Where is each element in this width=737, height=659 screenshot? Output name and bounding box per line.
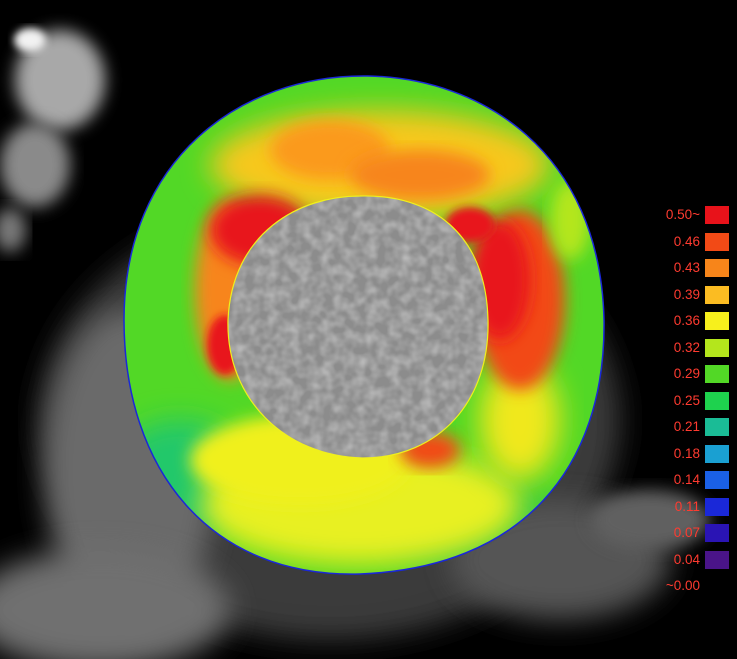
- legend-swatch: [705, 365, 729, 383]
- legend-swatch: [705, 232, 729, 251]
- legend-swatch: [705, 285, 729, 304]
- legend-label: 0.11: [674, 498, 700, 514]
- legend-swatch: [705, 471, 729, 489]
- legend-swatch: [705, 259, 729, 277]
- legend-row: 0.36: [652, 312, 732, 330]
- legend-swatch: [705, 577, 729, 595]
- legend-swatch: [705, 497, 729, 516]
- legend-row: 0.29: [652, 365, 732, 383]
- legend-swatch: [705, 312, 729, 330]
- cardiac-ct-short-axis-image: [0, 28, 710, 659]
- legend-label: ~0.00: [665, 578, 700, 593]
- legend-label: 0.25: [673, 392, 700, 408]
- legend-swatch: [705, 550, 729, 569]
- legend-row: 0.14: [652, 471, 732, 489]
- legend-label: 0.43: [673, 260, 700, 275]
- legend-swatch: [705, 524, 729, 542]
- legend-row: 0.21: [652, 418, 732, 436]
- legend-label: 0.29: [673, 366, 700, 381]
- legend-label: 0.36: [673, 313, 700, 328]
- legend-row: 0.43: [652, 259, 732, 277]
- legend-label: 0.50~: [665, 207, 700, 222]
- legend-row: 0.07: [652, 524, 732, 542]
- legend-row: 0.18: [652, 444, 732, 463]
- legend-swatch: [705, 206, 729, 224]
- legend-row: 0.11: [652, 497, 732, 516]
- legend-swatch: [705, 418, 729, 436]
- legend-label: 0.18: [673, 445, 700, 461]
- legend-row: ~0.00: [652, 577, 732, 595]
- legend-row: 0.25: [652, 391, 732, 410]
- legend-label: 0.04: [673, 551, 700, 567]
- legend-label: 0.21: [673, 419, 700, 434]
- legend-row: 0.50~: [652, 206, 732, 224]
- legend-label: 0.39: [673, 286, 700, 302]
- legend-swatch: [705, 391, 729, 410]
- legend-row: 0.46: [652, 232, 732, 251]
- legend-label: 0.32: [673, 339, 700, 355]
- legend-label: 0.07: [673, 525, 700, 540]
- legend-row: 0.04: [652, 550, 732, 569]
- legend-row: 0.32: [652, 338, 732, 357]
- legend-swatch: [705, 444, 729, 463]
- legend-label: 0.46: [673, 233, 700, 249]
- legend-row: 0.39: [652, 285, 732, 304]
- legend-label: 0.14: [673, 472, 700, 487]
- legend-swatch: [705, 338, 729, 357]
